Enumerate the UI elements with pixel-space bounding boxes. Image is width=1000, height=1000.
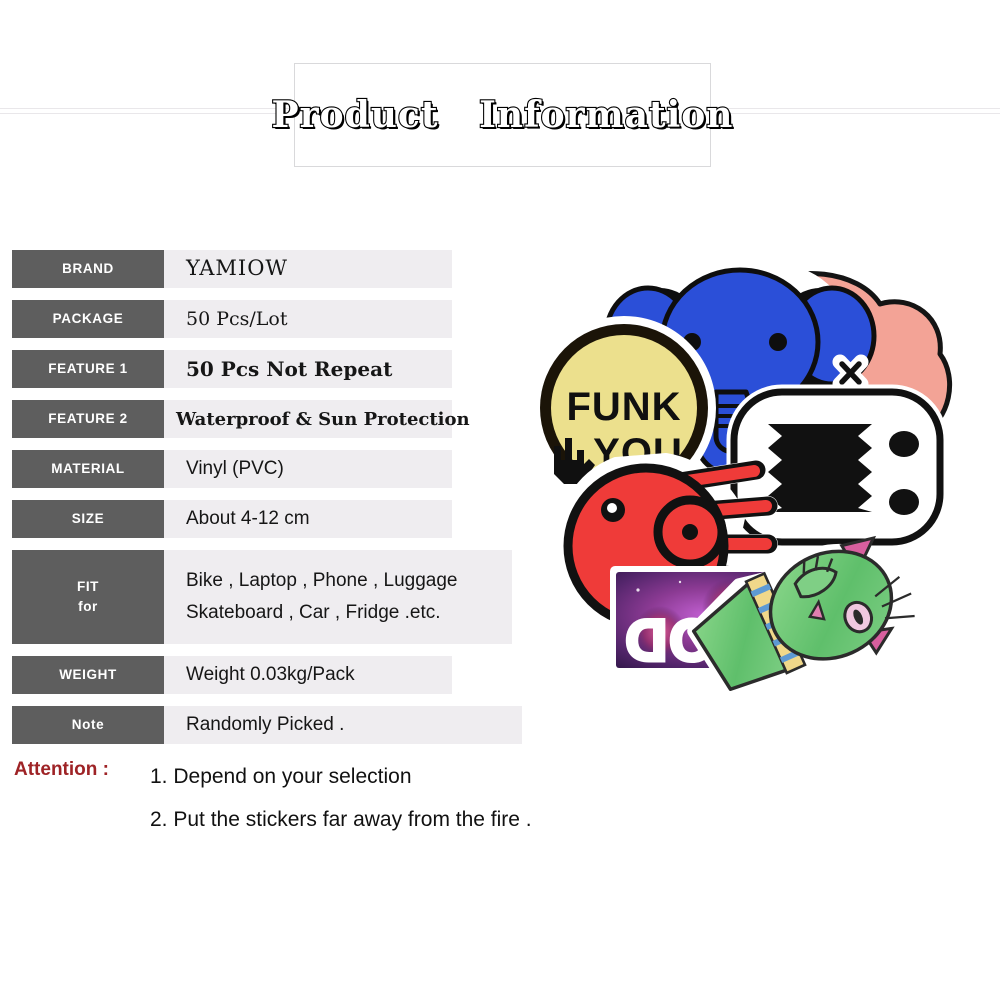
attention-item-2: 2. Put the stickers far away from the fi…: [150, 808, 532, 832]
spec-label-text-line2: for: [78, 599, 98, 614]
spec-value-fit: Bike , Laptop , Phone , Luggage Skateboa…: [164, 550, 512, 644]
spec-value-text: About 4-12 cm: [186, 507, 310, 529]
table-row: MATERIAL Vinyl (PVC): [12, 450, 532, 488]
spec-value-text-line2: Skateboard , Car , Fridge .etc.: [186, 602, 441, 623]
table-row: FEATURE 1 50 Pcs Not Repeat: [12, 350, 532, 388]
spec-label-text: WEIGHT: [59, 667, 117, 683]
spec-label-text: Note: [71, 717, 105, 733]
spec-label-text: SIZE: [71, 511, 105, 527]
page-title: Product Information: [270, 93, 734, 137]
spec-value-note: Randomly Picked .: [164, 706, 522, 744]
table-row: Note Randomly Picked .: [12, 706, 532, 744]
spec-label-note: Note: [12, 706, 164, 744]
spec-value-text: Waterproof & Sun Protection: [176, 408, 470, 430]
table-row: BRAND YAMIOW: [12, 250, 532, 288]
spec-label-text: PACKAGE: [52, 311, 124, 327]
spec-label-size: SIZE: [12, 500, 164, 538]
product-spec-table: BRAND YAMIOW PACKAGE 50 Pcs/Lot FEATURE …: [12, 250, 532, 756]
table-row: SIZE About 4-12 cm: [12, 500, 532, 538]
spec-value-brand: YAMIOW: [164, 250, 452, 288]
spec-label-weight: WEIGHT: [12, 656, 164, 694]
spec-label-brand: BRAND: [12, 250, 164, 288]
spec-label-text-line1: FIT: [76, 579, 100, 595]
spec-label-text: BRAND: [62, 261, 114, 277]
spec-value-size: About 4-12 cm: [164, 500, 452, 538]
svg-text:FUNK: FUNK: [566, 385, 681, 429]
spec-value-weight: Weight 0.03kg/Pack: [164, 656, 452, 694]
spec-value-material: Vinyl (PVC): [164, 450, 452, 488]
spec-label-fit: FIT for: [12, 550, 164, 644]
spec-value-package: 50 Pcs/Lot: [164, 300, 452, 338]
spec-value-feature-1: 50 Pcs Not Repeat: [164, 350, 452, 388]
spec-label-package: PACKAGE: [12, 300, 164, 338]
attention-block: Attention : 1. Depend on your selection …: [14, 755, 714, 841]
spec-label-text: FEATURE 2: [48, 411, 128, 427]
spec-value-text: 50 Pcs Not Repeat: [186, 357, 393, 381]
table-row: WEIGHT Weight 0.03kg/Pack: [12, 656, 532, 694]
attention-item-1: 1. Depend on your selection: [150, 765, 412, 788]
spec-value-text: 50 Pcs/Lot: [186, 307, 288, 330]
spec-value-text: Vinyl (PVC): [186, 457, 284, 479]
table-row: FIT for Bike , Laptop , Phone , Luggage …: [12, 550, 532, 644]
attention-list: 1. Depend on your selection 2. Put the s…: [150, 755, 714, 841]
spec-value-text-line1: Bike , Laptop , Phone , Luggage: [186, 569, 458, 591]
sticker-collage-image: FUNK YOU: [520, 260, 970, 700]
spec-label-feature-1: FEATURE 1: [12, 350, 164, 388]
spec-value-text: Randomly Picked .: [186, 713, 345, 735]
spec-label-feature-2: FEATURE 2: [12, 400, 164, 438]
spec-label-text: MATERIAL: [51, 461, 125, 477]
spec-label-material: MATERIAL: [12, 450, 164, 488]
attention-label: Attention :: [14, 759, 109, 780]
spec-value-text: YAMIOW: [186, 256, 288, 281]
table-row: FEATURE 2 Waterproof & Sun Protection: [12, 400, 532, 438]
spec-label-text: FEATURE 1: [48, 361, 128, 377]
table-row: PACKAGE 50 Pcs/Lot: [12, 300, 532, 338]
spec-value-text: Weight 0.03kg/Pack: [186, 663, 355, 685]
spec-value-feature-2: Waterproof & Sun Protection: [164, 400, 470, 438]
